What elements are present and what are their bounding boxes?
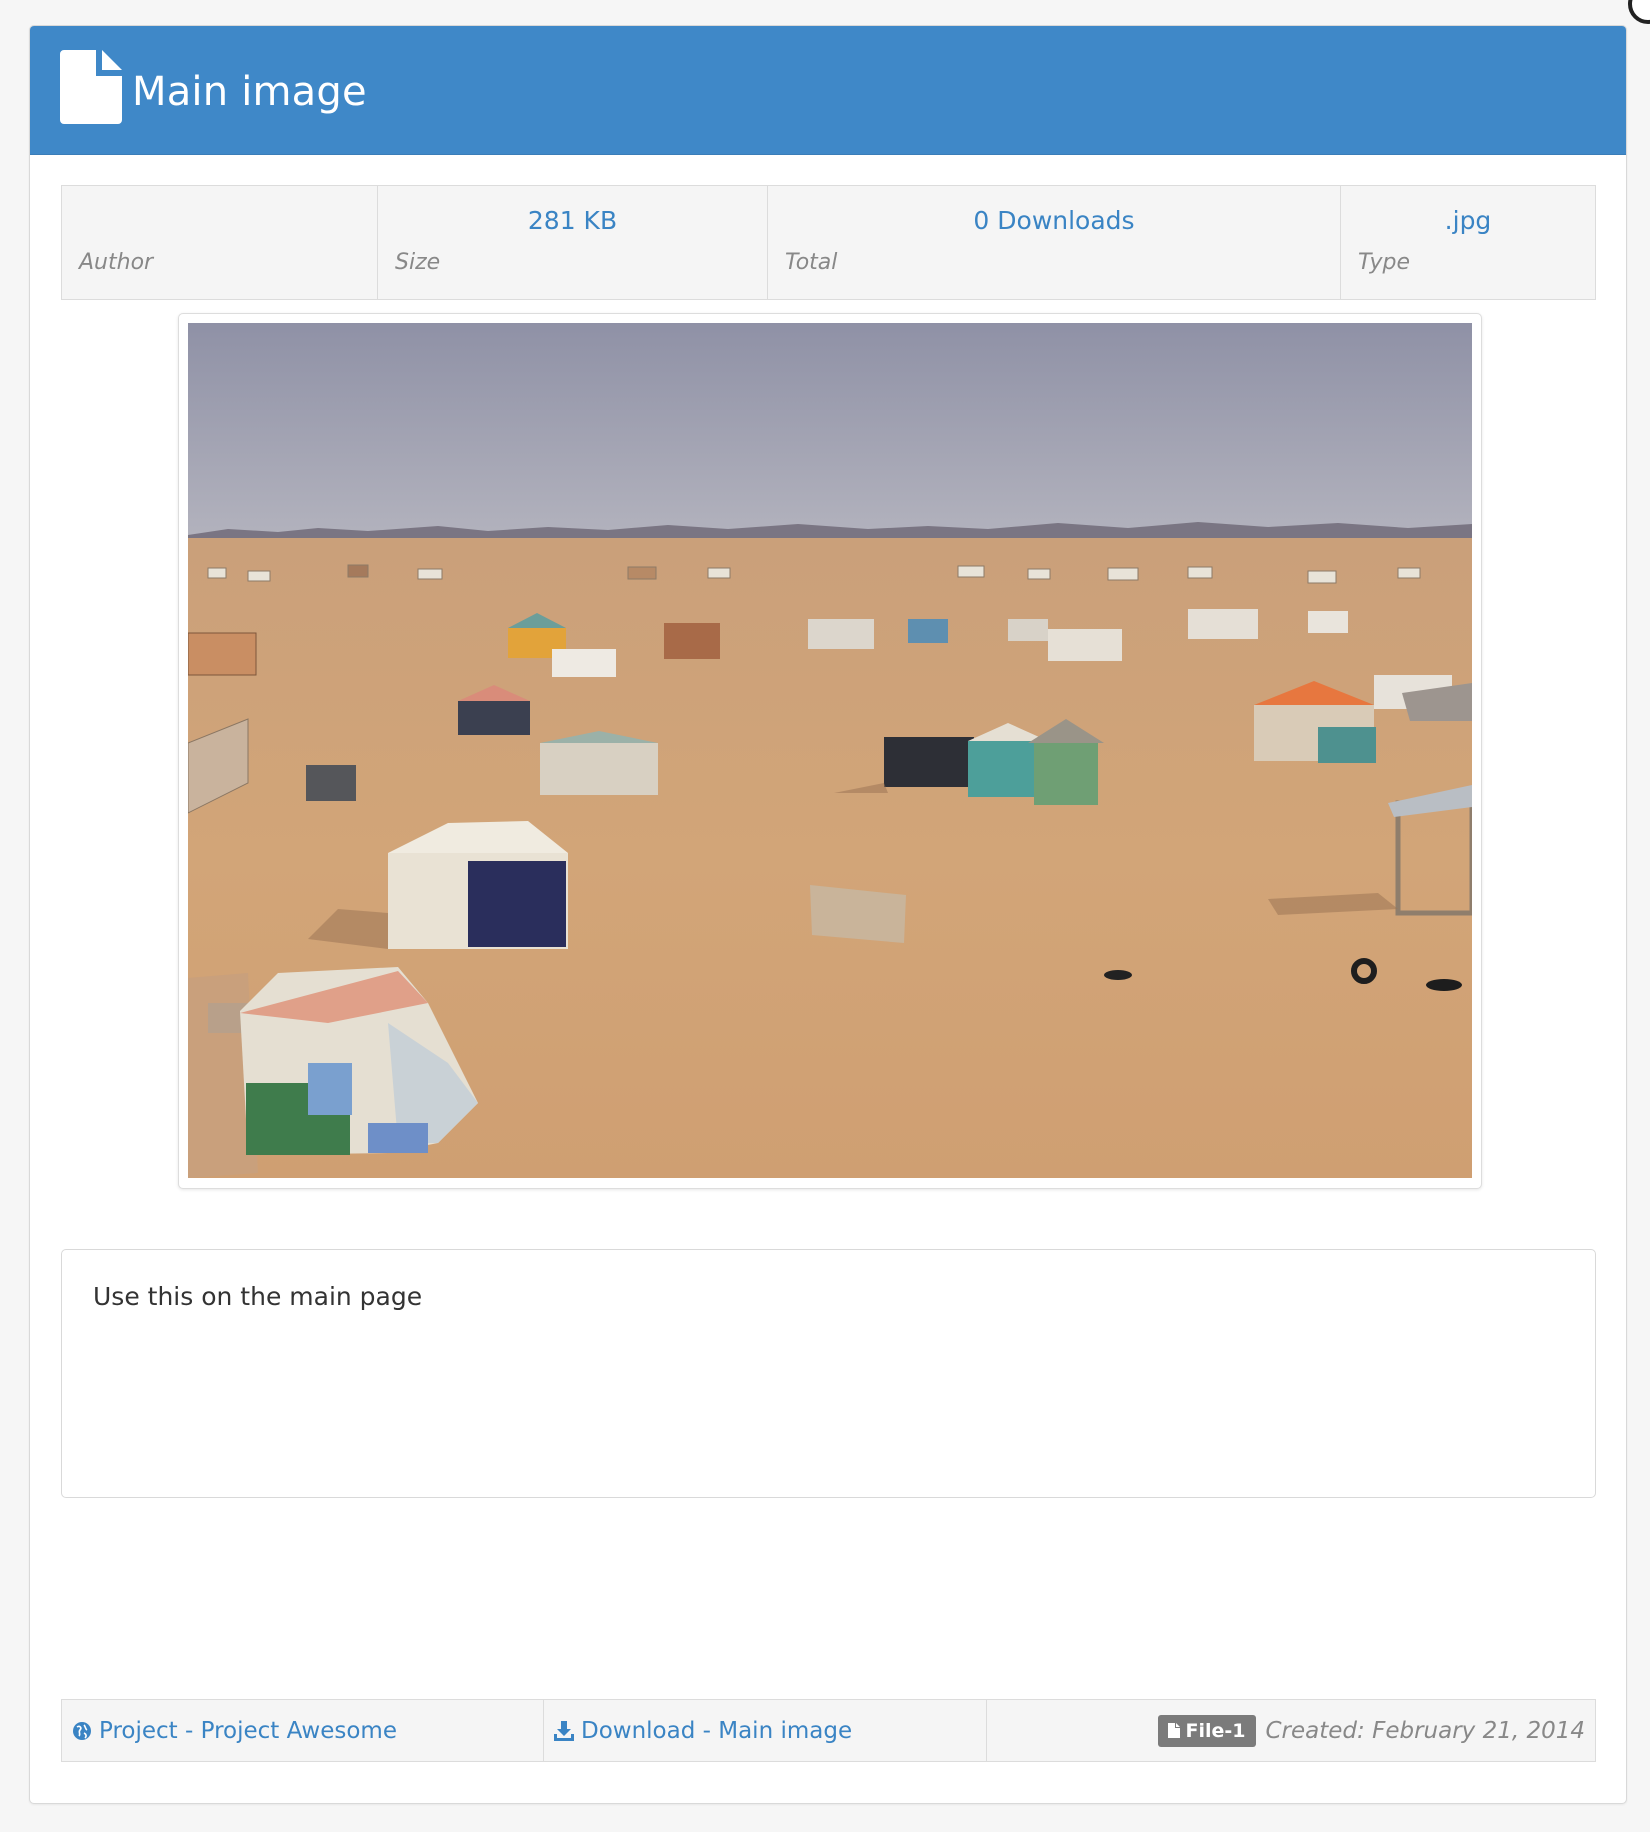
project-link-label: Project - Project Awesome xyxy=(99,1717,397,1744)
total-label: Total xyxy=(785,250,838,275)
stat-total: 0 Downloads Total xyxy=(768,186,1341,299)
stat-size: 281 KB Size xyxy=(378,186,768,299)
file-footer: Project - Project Awesome Download - Mai… xyxy=(61,1699,1596,1762)
project-link[interactable]: Project - Project Awesome xyxy=(72,1718,397,1744)
downloads-value[interactable]: 0 Downloads xyxy=(768,206,1340,235)
image-thumbnail[interactable] xyxy=(178,313,1482,1189)
type-label: Type xyxy=(1358,250,1411,275)
description-box: Use this on the main page xyxy=(61,1249,1596,1498)
size-label: Size xyxy=(395,250,441,275)
globe-icon xyxy=(73,1721,91,1740)
size-value[interactable]: 281 KB xyxy=(378,206,767,235)
footer-download-cell: Download - Main image xyxy=(544,1700,987,1761)
created-date: Created: February 21, 2014 xyxy=(1265,1717,1586,1744)
stat-type: .jpg Type xyxy=(1341,186,1595,299)
footer-project-cell: Project - Project Awesome xyxy=(62,1700,544,1761)
panel-header: Main image xyxy=(30,26,1626,155)
type-value[interactable]: .jpg xyxy=(1341,206,1595,235)
footer-meta-cell: File-1 Created: February 21, 2014 xyxy=(987,1700,1595,1761)
desert-camp-photo xyxy=(188,323,1472,1178)
download-link[interactable]: Download - Main image xyxy=(554,1718,852,1744)
download-icon xyxy=(554,1720,574,1741)
description-text: Use this on the main page xyxy=(93,1282,423,1311)
stat-author: Author xyxy=(62,186,378,299)
file-id-badge: File-1 xyxy=(1157,1714,1256,1747)
file-icon xyxy=(60,50,122,124)
page-title: Main image xyxy=(132,69,367,115)
author-label: Author xyxy=(79,250,154,275)
file-icon xyxy=(1167,1723,1180,1738)
file-id-label: File-1 xyxy=(1185,1719,1246,1742)
window-corner-control[interactable] xyxy=(1628,0,1650,24)
download-link-label: Download - Main image xyxy=(581,1717,853,1744)
file-panel: Main image Author 281 KB Size 0 Download… xyxy=(29,25,1627,1804)
file-stats: Author 281 KB Size 0 Downloads Total .jp… xyxy=(61,185,1596,300)
